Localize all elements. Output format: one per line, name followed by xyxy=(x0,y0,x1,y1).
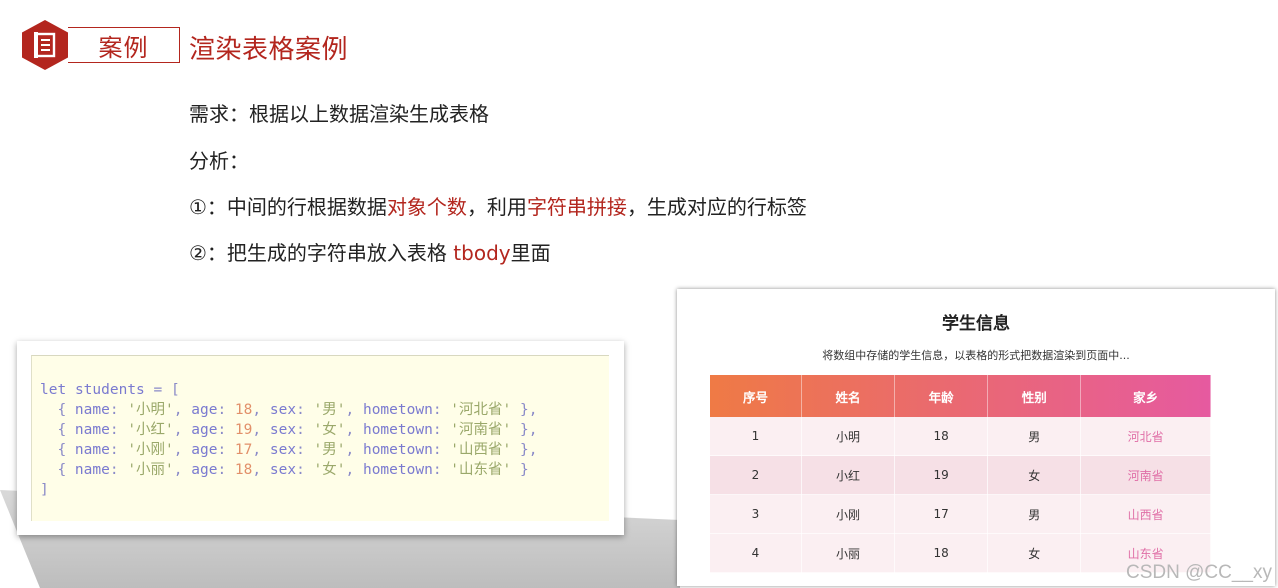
document-icon xyxy=(22,20,68,70)
header-name: 姓名 xyxy=(801,375,896,417)
table-row: 2 小红 19 女 河南省 xyxy=(710,455,1211,495)
analysis-label: 分析： xyxy=(189,149,249,173)
watermark: CSDN @CC__xy xyxy=(1126,562,1272,583)
table-header-row: 序号 姓名 年龄 性别 家乡 xyxy=(710,375,1211,417)
header-age: 年龄 xyxy=(894,375,989,417)
cell-index: 1 xyxy=(710,417,802,456)
analysis-step-1: ①：中间的行根据数据对象个数，利用字符串拼接，生成对应的行标签 xyxy=(189,191,807,220)
table-subtitle: 将数组中存储的学生信息，以表格的形式把数据渲染到页面中... xyxy=(822,349,1130,362)
code-line-1: { name: '小明', age: 18, sex: '男', hometow… xyxy=(40,402,538,418)
case-badge: 案例 xyxy=(22,20,180,70)
requirement-line: 需求：根据以上数据渲染生成表格 xyxy=(189,102,489,126)
cell-hometown: 山西省 xyxy=(1080,494,1211,534)
cell-hometown: 河北省 xyxy=(1080,417,1211,456)
table-row: 3 小刚 17 男 山西省 xyxy=(710,494,1211,534)
cell-name: 小明 xyxy=(801,417,896,456)
cell-sex: 女 xyxy=(987,455,1082,495)
rendered-table-preview: 学生信息 将数组中存储的学生信息，以表格的形式把数据渲染到页面中... 序号 姓… xyxy=(677,289,1275,586)
code-block: let students = [ { name: '小明', age: 18, … xyxy=(31,355,609,521)
step1-text-a: ①：中间的行根据数据 xyxy=(189,195,387,219)
cell-sex: 男 xyxy=(987,417,1082,456)
cell-age: 19 xyxy=(894,455,989,495)
step1-text-c: ，利用 xyxy=(466,195,527,219)
code-line-2: { name: '小红', age: 19, sex: '女', hometow… xyxy=(40,422,538,438)
step1-highlight-string-concat: 字符串拼接 xyxy=(526,195,627,219)
cell-sex: 女 xyxy=(987,533,1082,573)
code-close-bracket: ] xyxy=(40,482,49,498)
step2-text-a: ②：把生成的字符串放入表格 xyxy=(189,241,454,265)
code-open-bracket: = [ xyxy=(144,382,180,398)
cell-index: 2 xyxy=(710,455,802,495)
header-sex: 性别 xyxy=(987,375,1082,417)
code-line-3: { name: '小刚', age: 17, sex: '男', hometow… xyxy=(40,442,538,458)
cell-index: 3 xyxy=(710,494,802,534)
table-title: 学生信息 xyxy=(942,314,1010,334)
cell-index: 4 xyxy=(710,533,802,573)
page-title: 渲染表格案例 xyxy=(189,35,349,65)
cell-hometown: 河南省 xyxy=(1080,455,1211,495)
badge-label: 案例 xyxy=(68,27,180,63)
step2-highlight-tbody: tbody xyxy=(453,241,511,265)
step1-highlight-object-count: 对象个数 xyxy=(386,195,467,219)
cell-age: 18 xyxy=(894,417,989,456)
header-index: 序号 xyxy=(710,375,802,417)
header-hometown: 家乡 xyxy=(1080,375,1211,417)
student-table: 序号 姓名 年龄 性别 家乡 1 小明 18 男 河北省 2 小红 19 女 河… xyxy=(710,375,1211,573)
code-panel: let students = [ { name: '小明', age: 18, … xyxy=(17,341,624,535)
step2-text-c: 里面 xyxy=(510,241,551,265)
cell-sex: 男 xyxy=(987,494,1082,534)
table-row: 1 小明 18 男 河北省 xyxy=(710,417,1211,456)
step1-text-e: ，生成对应的行标签 xyxy=(626,195,807,219)
cell-name: 小丽 xyxy=(801,533,896,573)
code-line-4: { name: '小丽', age: 18, sex: '女', hometow… xyxy=(40,462,529,478)
code-variable: students xyxy=(74,382,145,398)
cell-age: 18 xyxy=(894,533,989,573)
cell-name: 小红 xyxy=(801,455,896,495)
cell-name: 小刚 xyxy=(801,494,896,534)
cell-age: 17 xyxy=(894,494,989,534)
code-keyword: let xyxy=(40,382,67,398)
analysis-step-2: ②：把生成的字符串放入表格 tbody里面 xyxy=(189,237,551,266)
